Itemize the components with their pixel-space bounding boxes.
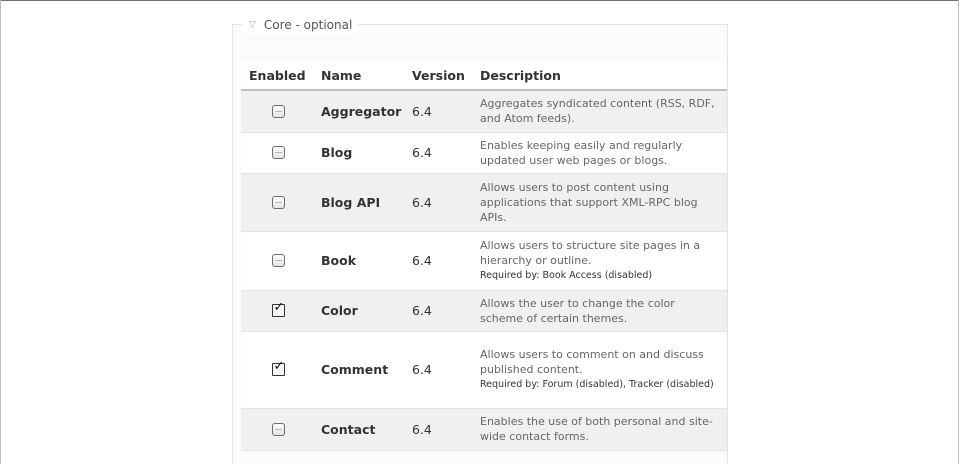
fieldset-legend-label: Core - optional bbox=[263, 18, 353, 32]
table-header-row: Enabled Name Version Description bbox=[241, 61, 727, 91]
checkmark-icon: ✓ bbox=[273, 300, 285, 316]
module-version: 6.4 bbox=[406, 231, 474, 291]
enable-checkbox-blog[interactable] bbox=[271, 146, 285, 160]
fieldset-legend-toggle[interactable]: ▽ Core - optional bbox=[242, 15, 359, 35]
window-left-border bbox=[0, 0, 1, 464]
module-row-color: ✓ Color 6.4 Allows the user to change th… bbox=[241, 290, 727, 332]
module-version: 6.4 bbox=[406, 408, 474, 451]
module-version: 6.4 bbox=[406, 132, 474, 174]
module-name: Blog API bbox=[315, 173, 406, 232]
enable-checkbox-blog-api[interactable] bbox=[271, 195, 285, 209]
module-name: Contact bbox=[315, 408, 406, 451]
header-version: Version bbox=[406, 61, 474, 91]
module-description: Allows the user to change the color sche… bbox=[480, 296, 675, 325]
module-version: 6.4 bbox=[406, 173, 474, 232]
module-name: Comment bbox=[315, 331, 406, 409]
module-row-blog-api: Blog API 6.4 Allows users to post conten… bbox=[241, 173, 727, 232]
module-row-blog: Blog 6.4 Enables keeping easily and regu… bbox=[241, 132, 727, 174]
module-description: Allows users to comment on and discuss p… bbox=[480, 348, 704, 376]
module-name: Blog bbox=[315, 132, 406, 174]
header-description: Description bbox=[474, 61, 727, 91]
enable-checkbox-comment[interactable]: ✓ bbox=[271, 359, 285, 377]
module-required-by: Required by: Book Access (disabled) bbox=[480, 270, 653, 281]
enable-checkbox-aggregator[interactable] bbox=[271, 105, 285, 118]
module-name: Book bbox=[315, 231, 406, 291]
module-name: Aggregator bbox=[315, 90, 406, 133]
module-row-contact: Contact 6.4 Enables the use of both pers… bbox=[241, 408, 727, 451]
checkmark-icon: ✓ bbox=[273, 359, 285, 375]
module-required-by: Required by: Forum (disabled), Tracker (… bbox=[480, 379, 714, 390]
module-description: Aggregates syndicated content (RSS, RDF,… bbox=[480, 97, 715, 126]
module-row-book: Book 6.4 Allows users to structure site … bbox=[241, 231, 727, 291]
module-row-comment: ✓ Comment 6.4 Allows users to comment on… bbox=[241, 331, 727, 409]
module-version: 6.4 bbox=[406, 90, 474, 133]
module-version: 6.4 bbox=[406, 290, 474, 332]
enable-checkbox-contact[interactable] bbox=[271, 422, 285, 436]
enable-checkbox-color[interactable]: ✓ bbox=[271, 300, 285, 318]
window-top-border bbox=[0, 0, 959, 1]
header-enabled: Enabled bbox=[241, 61, 315, 91]
module-description: Enables keeping easily and regularly upd… bbox=[480, 138, 683, 167]
module-description: Enables the use of both personal and sit… bbox=[480, 415, 713, 443]
enable-checkbox-book[interactable] bbox=[271, 254, 285, 268]
module-description: Allows users to post content using appli… bbox=[480, 180, 698, 224]
module-name: Color bbox=[315, 290, 406, 332]
collapse-triangle-icon[interactable]: ▽ bbox=[249, 15, 256, 35]
module-description: Allows users to structure site pages in … bbox=[480, 239, 701, 267]
modules-table: Enabled Name Version Description Aggrega… bbox=[241, 61, 727, 451]
header-name: Name bbox=[315, 61, 406, 91]
module-row-aggregator: Aggregator 6.4 Aggregates syndicated con… bbox=[241, 90, 727, 133]
module-version: 6.4 bbox=[406, 331, 474, 409]
